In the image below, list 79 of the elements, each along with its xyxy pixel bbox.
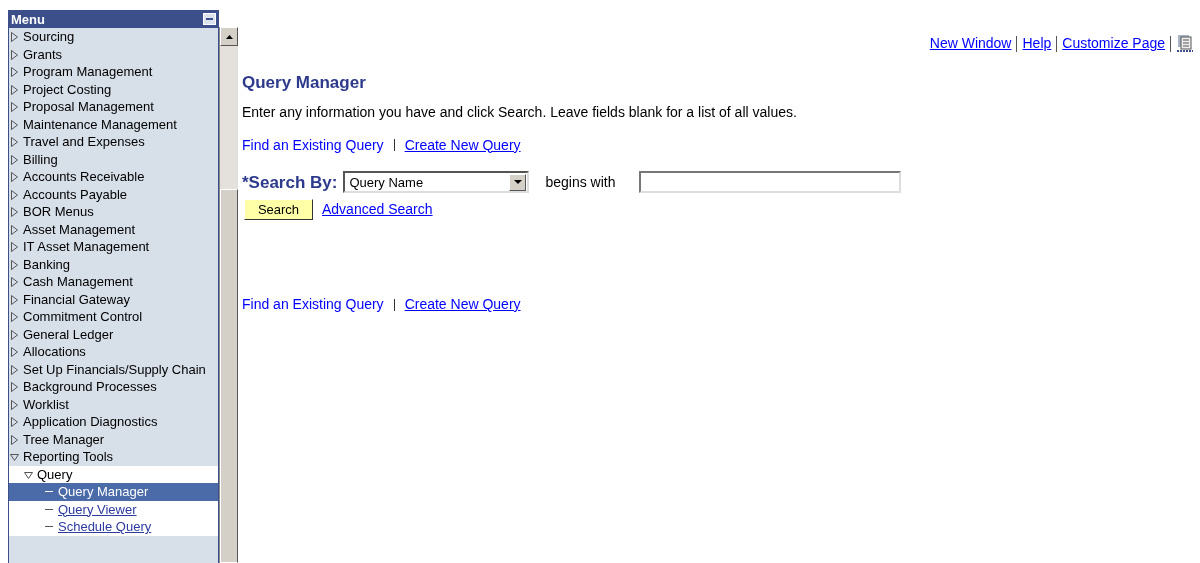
menu-folder[interactable]: BOR Menus	[9, 203, 218, 221]
collapsed-triangle-icon	[10, 434, 19, 445]
collapsed-triangle-icon	[10, 294, 19, 305]
dash-icon	[45, 491, 53, 492]
scroll-up-button[interactable]	[220, 27, 238, 46]
menu-folder[interactable]: Billing	[9, 150, 218, 168]
collapsed-triangle-icon	[10, 417, 19, 427]
collapsed-triangle-icon	[10, 224, 19, 235]
collapsed-triangle-icon	[10, 364, 19, 375]
collapsed-triangle-icon	[10, 32, 19, 42]
menu-folder[interactable]: Sourcing	[9, 28, 218, 46]
menu-folder[interactable]: General Ledger	[9, 325, 218, 343]
collapsed-triangle-icon	[10, 347, 19, 357]
menu-folder[interactable]: Accounts Payable	[9, 185, 218, 203]
header-link[interactable]: New Window	[929, 33, 1012, 54]
collapsed-triangle-icon	[10, 312, 19, 322]
collapsed-triangle-icon	[10, 102, 19, 112]
collapsed-triangle-icon	[10, 382, 19, 392]
advanced-search-link[interactable]: Advanced Search	[322, 199, 433, 220]
expanded-triangle-icon	[10, 452, 19, 462]
collapsed-triangle-icon	[10, 242, 19, 252]
scroll-thumb[interactable]	[220, 189, 238, 563]
menu-folder[interactable]: Commitment Control	[9, 308, 218, 326]
collapsed-triangle-icon	[10, 207, 19, 217]
collapse-button[interactable]	[203, 13, 216, 25]
menu-folder[interactable]: Cash Management	[9, 273, 218, 291]
collapsed-triangle-icon	[10, 259, 19, 270]
menu-folder[interactable]: Maintenance Management	[9, 115, 218, 133]
collapsed-triangle-icon	[10, 49, 19, 60]
menu-folder[interactable]: Reporting Tools	[9, 448, 218, 466]
menu-folder[interactable]: Allocations	[9, 343, 218, 361]
menu-item[interactable]: Query Manager	[9, 483, 218, 501]
collapsed-triangle-icon	[10, 172, 19, 182]
page-tab[interactable]: Find an Existing Query	[242, 134, 384, 156]
menu-folder[interactable]: Banking	[9, 255, 218, 273]
menu-item[interactable]: Schedule Query	[9, 518, 218, 536]
collapsed-triangle-icon	[10, 277, 19, 287]
search-button[interactable]: Search	[244, 199, 313, 220]
up-arrow-icon	[225, 34, 233, 39]
page-tab[interactable]: Find an Existing Query	[242, 294, 384, 315]
menu-title: Menu	[11, 12, 45, 26]
dash-icon	[45, 508, 53, 510]
search-by-dropdown[interactable]: Query Name	[343, 171, 530, 194]
menu-folder[interactable]: Travel and Expenses	[9, 133, 218, 151]
dash-icon	[45, 526, 53, 527]
menu-folder[interactable]: Program Management	[9, 63, 218, 81]
menu-folder[interactable]: Asset Management	[9, 220, 218, 238]
instructions-text: Enter any information you have and click Search. Leave fields blank for a list of all values.	[242, 102, 798, 122]
collapsed-triangle-icon	[10, 189, 19, 200]
collapsed-triangle-icon	[10, 137, 19, 147]
menu-folder[interactable]: Grants	[9, 45, 218, 63]
menu-folder[interactable]: Proposal Management	[9, 98, 218, 116]
collapsed-triangle-icon	[10, 119, 19, 130]
operator-label: begins with	[545, 172, 616, 192]
menu-folder[interactable]: Worklist	[9, 395, 218, 413]
menu-folder[interactable]: Project Costing	[9, 80, 218, 98]
menu-folder[interactable]: Query	[9, 465, 218, 483]
document-icon[interactable]	[1176, 33, 1194, 54]
menu-folder[interactable]: Tree Manager	[9, 430, 218, 448]
page-tab[interactable]: Create New Query	[404, 134, 521, 156]
search-by-label: *Search By:	[242, 171, 338, 194]
menu-folder[interactable]: IT Asset Management	[9, 238, 218, 256]
menu-folder[interactable]: Financial Gateway	[9, 290, 218, 308]
scrollbar[interactable]	[219, 27, 238, 563]
collapsed-triangle-icon	[10, 67, 19, 77]
collapsed-triangle-icon	[10, 399, 19, 410]
collapsed-triangle-icon	[10, 84, 19, 95]
expanded-triangle-icon	[24, 469, 33, 480]
header-link[interactable]: Customize Page	[1062, 33, 1165, 54]
header-link[interactable]: Help	[1022, 33, 1052, 54]
menu-folder[interactable]: Set Up Financials/Supply Chain	[9, 360, 218, 378]
collapsed-triangle-icon	[10, 329, 19, 340]
page-tab[interactable]: Create New Query	[404, 294, 521, 315]
collapsed-triangle-icon	[10, 154, 19, 165]
menu-folder[interactable]: Background Processes	[9, 378, 218, 396]
menu-folder[interactable]: Accounts Receivable	[9, 168, 218, 186]
menu-folder[interactable]: Application Diagnostics	[9, 413, 218, 431]
page-title: Query Manager	[242, 72, 367, 94]
search-input[interactable]	[639, 171, 902, 194]
